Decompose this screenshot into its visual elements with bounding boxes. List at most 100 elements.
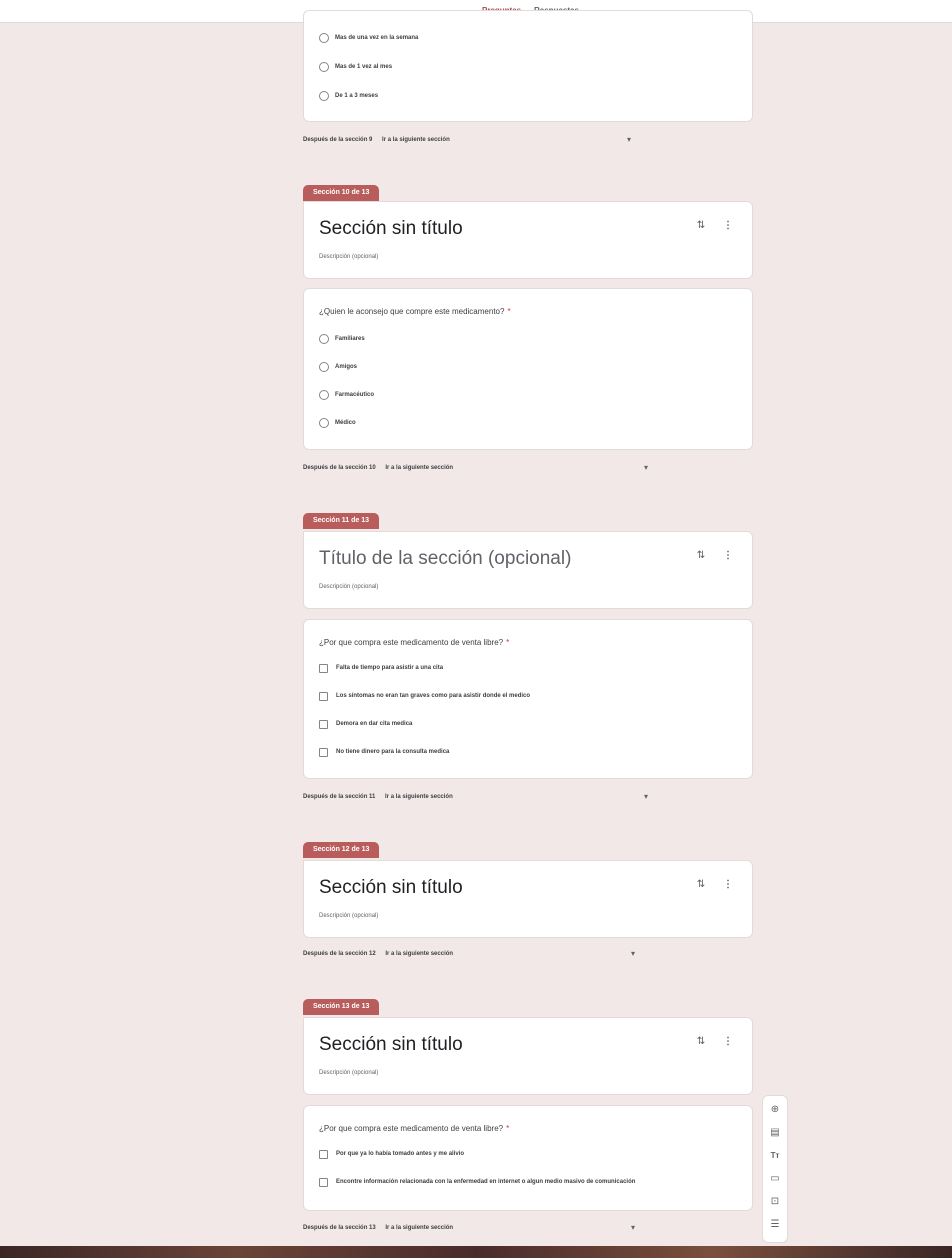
section13-question-card[interactable]: ¿Por que compra este medicamento de vent… xyxy=(303,1105,753,1211)
checkbox-option[interactable]: Demora en dar cita medica xyxy=(319,718,412,730)
question-title[interactable]: ¿Quien le aconsejo que compre este medic… xyxy=(319,307,511,316)
section-title[interactable]: Título de la sección (opcional) xyxy=(319,548,571,570)
section-title[interactable]: Sección sin título xyxy=(319,218,463,240)
after-section-label: Después de la sección 13 xyxy=(303,1225,376,1231)
after-section13-navigation[interactable]: Después de la sección 13 Ir a la siguien… xyxy=(303,1225,453,1231)
dropdown-arrow-icon[interactable]: ▾ xyxy=(631,1223,635,1232)
dropdown-arrow-icon[interactable]: ▾ xyxy=(631,949,635,958)
radio-option[interactable]: Mas de 1 vez al mes xyxy=(319,61,392,73)
section12-header: Sección 12 de 13 xyxy=(303,842,380,858)
section13-title-card[interactable]: Sección sin título Descripción (opcional… xyxy=(303,1017,753,1095)
section10-question-card[interactable]: ¿Quien le aconsejo que compre este medic… xyxy=(303,288,753,450)
goto-select[interactable]: Ir a la siguiente sección xyxy=(385,794,453,800)
checkbox-option[interactable]: Encontre información relacionada con la … xyxy=(319,1176,635,1188)
section-description[interactable]: Descripción (opcional) xyxy=(319,254,378,260)
radio-option[interactable]: Mas de una vez en la semana xyxy=(319,32,418,44)
radio-circle[interactable] xyxy=(319,334,329,344)
option-label: Médico xyxy=(335,420,356,426)
option-label: Falta de tiempo para asistir a una cita xyxy=(336,665,444,671)
option-label: Farmacéutico xyxy=(335,392,375,398)
after-section9-navigation[interactable]: Después de la sección 9 Ir a la siguient… xyxy=(303,137,450,143)
radio-option[interactable]: De 1 a 3 meses xyxy=(319,90,378,102)
section10-title-card[interactable]: Sección sin título Descripción (opcional… xyxy=(303,201,753,279)
floating-toolbar: ⊕ ▤ Tт ▭ ⊡ ☰ xyxy=(762,1095,788,1243)
section11-question-card[interactable]: ¿Por que compra este medicamento de vent… xyxy=(303,619,753,779)
section12-title-card[interactable]: Sección sin título Descripción (opcional… xyxy=(303,860,753,938)
section11-title-card[interactable]: Título de la sección (opcional) Descripc… xyxy=(303,531,753,609)
radio-circle[interactable] xyxy=(319,91,329,101)
dropdown-arrow-icon[interactable]: ▾ xyxy=(644,463,648,472)
option-label: Por que ya lo había tomado antes y me al… xyxy=(336,1151,465,1157)
option-label: Mas de 1 vez al mes xyxy=(335,64,393,70)
dropdown-arrow-icon[interactable]: ▾ xyxy=(644,792,648,801)
add-image-icon[interactable]: ▭ xyxy=(767,1171,783,1187)
checkbox-option[interactable]: Los síntomas no eran tan graves como par… xyxy=(319,690,530,702)
option-label: No tiene dinero para la consulta medica xyxy=(336,749,450,755)
option-label: Encontre información relacionada con la … xyxy=(336,1179,636,1185)
section-title[interactable]: Sección sin título xyxy=(319,1034,463,1056)
option-label: Mas de una vez en la semana xyxy=(335,35,419,41)
checkbox-option[interactable]: No tiene dinero para la consulta medica xyxy=(319,746,449,758)
section10-header: Sección 10 de 13 xyxy=(303,185,380,201)
radio-circle[interactable] xyxy=(319,62,329,72)
collapse-icon[interactable]: ⇅ xyxy=(695,879,707,890)
question-title[interactable]: ¿Por que compra este medicamento de vent… xyxy=(319,638,509,647)
question-text: ¿Quien le aconsejo que compre este medic… xyxy=(319,307,505,316)
checkbox[interactable] xyxy=(319,663,328,673)
checkbox[interactable] xyxy=(319,1149,328,1159)
question-title[interactable]: ¿Por que compra este medicamento de vent… xyxy=(319,1124,509,1133)
radio-circle[interactable] xyxy=(319,362,329,372)
goto-select[interactable]: Ir a la siguiente sección xyxy=(382,137,450,143)
checkbox[interactable] xyxy=(319,747,328,757)
required-asterisk: * xyxy=(507,307,511,316)
after-section-label: Después de la sección 9 xyxy=(303,137,373,143)
option-label: Familiares xyxy=(335,336,365,342)
section-description[interactable]: Descripción (opcional) xyxy=(319,584,378,590)
radio-option[interactable]: Médico xyxy=(319,417,356,429)
collapse-icon[interactable]: ⇅ xyxy=(695,1036,707,1047)
more-vert-icon[interactable]: ⋮ xyxy=(722,220,734,231)
goto-select[interactable]: Ir a la siguiente sección xyxy=(385,465,453,471)
collapse-icon[interactable]: ⇅ xyxy=(695,550,707,561)
checkbox[interactable] xyxy=(319,719,328,729)
goto-select[interactable]: Ir a la siguiente sección xyxy=(385,951,453,957)
goto-select[interactable]: Ir a la siguiente sección xyxy=(385,1225,453,1231)
after-section-label: Después de la sección 12 xyxy=(303,951,376,957)
radio-option[interactable]: Farmacéutico xyxy=(319,389,374,401)
checkbox-option[interactable]: Falta de tiempo para asistir a una cita xyxy=(319,662,443,674)
question-text: ¿Por que compra este medicamento de vent… xyxy=(319,638,504,647)
add-title-icon[interactable]: Tт xyxy=(767,1148,783,1164)
more-vert-icon[interactable]: ⋮ xyxy=(722,1036,734,1047)
checkbox-option[interactable]: Por que ya lo había tomado antes y me al… xyxy=(319,1148,464,1160)
section9-question-card[interactable]: Mas de una vez en la semana Mas de 1 vez… xyxy=(303,10,753,122)
section-description[interactable]: Descripción (opcional) xyxy=(319,913,378,919)
radio-option[interactable]: Amigos xyxy=(319,361,357,373)
more-vert-icon[interactable]: ⋮ xyxy=(722,550,734,561)
add-section-icon[interactable]: ☰ xyxy=(767,1217,783,1233)
section13-header: Sección 13 de 13 xyxy=(303,999,380,1015)
question-text: ¿Por que compra este medicamento de vent… xyxy=(319,1124,504,1133)
radio-circle[interactable] xyxy=(319,33,329,43)
after-section11-navigation[interactable]: Después de la sección 11 Ir a la siguien… xyxy=(303,794,453,800)
add-video-icon[interactable]: ⊡ xyxy=(767,1194,783,1210)
radio-circle[interactable] xyxy=(319,390,329,400)
more-vert-icon[interactable]: ⋮ xyxy=(722,879,734,890)
radio-option[interactable]: Familiares xyxy=(319,333,365,345)
taskbar-strip xyxy=(0,1246,952,1258)
collapse-icon[interactable]: ⇅ xyxy=(695,220,707,231)
after-section12-navigation[interactable]: Después de la sección 12 Ir a la siguien… xyxy=(303,951,453,957)
option-label: De 1 a 3 meses xyxy=(335,93,379,99)
section-description[interactable]: Descripción (opcional) xyxy=(319,1070,378,1076)
after-section-label: Después de la sección 11 xyxy=(303,794,376,800)
checkbox[interactable] xyxy=(319,691,328,701)
radio-circle[interactable] xyxy=(319,418,329,428)
after-section10-navigation[interactable]: Después de la sección 10 Ir a la siguien… xyxy=(303,465,453,471)
required-asterisk: * xyxy=(506,1124,510,1133)
required-asterisk: * xyxy=(506,638,510,647)
add-question-icon[interactable]: ⊕ xyxy=(767,1102,783,1118)
checkbox[interactable] xyxy=(319,1177,328,1187)
import-questions-icon[interactable]: ▤ xyxy=(767,1125,783,1141)
option-label: Los síntomas no eran tan graves como par… xyxy=(336,693,531,699)
dropdown-arrow-icon[interactable]: ▾ xyxy=(627,135,631,144)
section-title[interactable]: Sección sin título xyxy=(319,877,463,899)
